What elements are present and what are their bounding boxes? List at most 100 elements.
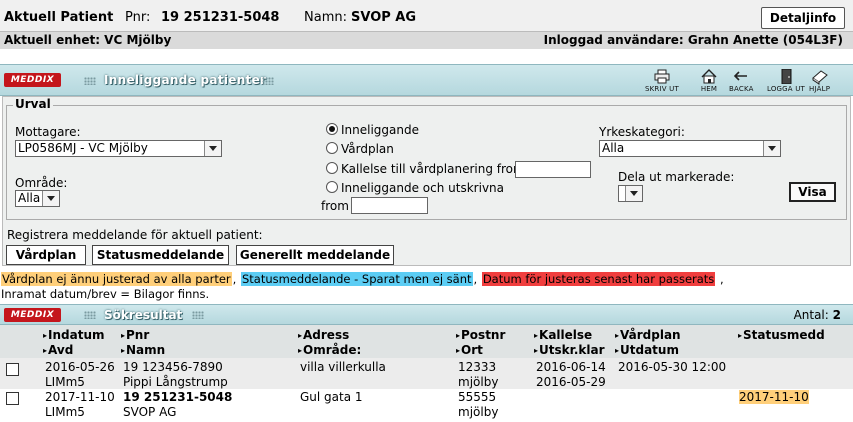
help-book-icon — [811, 70, 828, 84]
dela-select[interactable] — [618, 185, 643, 202]
legend-sep: , — [473, 272, 478, 286]
cell-postnr: 55555 — [458, 390, 497, 404]
visa-button[interactable]: Visa — [789, 182, 836, 202]
cell-postnr: 12333 — [458, 360, 497, 374]
from-label: from — [321, 199, 349, 213]
dela-label: Dela ut markerade: — [618, 170, 735, 184]
urval-legend: Urval — [13, 97, 53, 111]
name-value: SVOP AG — [351, 10, 417, 25]
chevron-down-icon — [763, 141, 780, 156]
home-button[interactable]: HEM — [700, 69, 718, 93]
yrkeskategori-label: Yrkeskategori: — [599, 125, 685, 139]
pnr-value: 19 251231-5048 — [161, 10, 280, 25]
legend-attachments: Inramat datum/brev = Bilagor finns. — [1, 287, 210, 301]
chevron-down-icon — [625, 186, 642, 201]
results-table-header: Indatum Avd Pnr Namn Adress Område: Post… — [0, 325, 853, 358]
cell-indatum: 2017-11-10 — [45, 390, 115, 404]
pnr-label: Pnr: — [125, 10, 151, 25]
yrkeskategori-select[interactable]: Alla — [599, 140, 781, 157]
chevron-down-icon — [204, 141, 221, 156]
col-ort[interactable]: Ort — [456, 343, 483, 357]
meddix-logo: MEDDIX — [4, 308, 61, 322]
vardplan-button[interactable]: Vårdplan — [6, 245, 86, 265]
cell-namn: SVOP AG — [123, 405, 177, 419]
logout-button[interactable]: LOGGA UT — [767, 69, 805, 93]
kallelse-from-input[interactable] — [515, 161, 591, 178]
filter-panel: Urval Mottagare: LP0586MJ - VC Mjölby Om… — [2, 96, 851, 266]
col-avd[interactable]: Avd — [43, 343, 73, 357]
cell-vardplan: 2016-05-30 12:00 — [618, 360, 727, 374]
col-utdatum[interactable]: Utdatum — [615, 343, 679, 357]
col-postnr[interactable]: Postnr — [456, 328, 505, 342]
mottagare-select[interactable]: LP0586MJ - VC Mjölby — [15, 140, 222, 157]
omrade-select[interactable]: Alla — [15, 190, 60, 207]
module-title: Inneliggande patienter — [104, 73, 267, 87]
radio-inneliggande-label: Inneliggande — [341, 123, 419, 137]
col-adress[interactable]: Adress — [298, 328, 349, 342]
col-kallelse[interactable]: Kallelse — [534, 328, 592, 342]
table-row[interactable]: 2016-05-26 LIMm5 19 123456-7890 Pippi Lå… — [0, 358, 853, 389]
cell-statusmedd[interactable]: 2017-11-10 — [739, 390, 809, 404]
grip-icon — [192, 311, 204, 319]
radio-vardplan[interactable] — [326, 142, 338, 154]
col-indatum[interactable]: Indatum — [43, 328, 104, 342]
back-button[interactable]: BACKA — [729, 69, 754, 93]
cell-adress: Gul gata 1 — [300, 390, 363, 404]
cell-avd: LIMm5 — [45, 375, 85, 389]
color-legend: Vårdplan ej ännu justerad av alla parter… — [1, 272, 725, 286]
radio-kallelse-label: Kallelse till vårdplanering from — [341, 162, 525, 176]
legend-blue: Statusmeddelande - Sparat men ej sänt — [240, 272, 473, 286]
meddix-logo: MEDDIX — [4, 73, 61, 87]
current-unit: Aktuell enhet: VC Mjölby — [4, 33, 172, 47]
grip-icon — [84, 77, 96, 85]
mottagare-label: Mottagare: — [15, 125, 81, 139]
radio-kallelse[interactable] — [326, 162, 338, 174]
logged-in-user: Inloggad användare: Grahn Anette (054L3F… — [543, 33, 843, 47]
row-checkbox[interactable] — [6, 363, 19, 376]
col-utskr[interactable]: Utskr.klar — [534, 343, 604, 357]
home-icon — [701, 69, 717, 84]
statusmeddelande-button[interactable]: Statusmeddelande — [92, 245, 229, 265]
patient-header: Aktuell Patient Pnr: 19 251231-5048 Namn… — [0, 0, 853, 49]
col-omrade[interactable]: Område: — [298, 343, 361, 357]
detaljinfo-button[interactable]: Detaljinfo — [761, 7, 845, 29]
legend-trail: , — [716, 272, 724, 286]
row-checkbox[interactable] — [6, 392, 19, 405]
col-vardplan[interactable]: Vårdplan — [615, 328, 681, 342]
col-namn[interactable]: Namn — [121, 343, 165, 357]
register-label: Registrera meddelande för aktuell patien… — [7, 228, 263, 242]
cell-avd: LIMm5 — [45, 405, 85, 419]
cell-pnr: 19 123456-7890 — [123, 360, 223, 374]
legend-sep: , — [232, 272, 237, 286]
chevron-down-icon — [42, 191, 59, 206]
print-button[interactable]: SKRIV UT — [645, 69, 679, 93]
radio-inneliggande[interactable] — [326, 123, 338, 135]
results-title: Sökresultat — [104, 308, 183, 322]
cell-ort: mjölby — [458, 405, 499, 419]
help-button[interactable]: HJÄLP — [809, 69, 830, 93]
omrade-value: Alla — [18, 191, 41, 205]
generellt-meddelande-button[interactable]: Generellt meddelande — [236, 245, 394, 265]
utskrivna-from-input[interactable] — [351, 197, 428, 214]
patient-label: Aktuell Patient — [4, 10, 114, 25]
cell-pnr: 19 251231-5048 — [123, 390, 233, 404]
results-bar: MEDDIX Sökresultat Antal: 2 — [0, 304, 853, 325]
home-label: HEM — [700, 85, 718, 93]
cell-namn: Pippi Långstrump — [123, 375, 228, 389]
radio-inneliggande-utskrivna[interactable] — [326, 181, 338, 193]
mottagare-value: LP0586MJ - VC Mjölby — [18, 141, 148, 155]
unit-bar: Aktuell enhet: VC Mjölby Inloggad använd… — [0, 31, 853, 49]
omrade-label: Område: — [15, 176, 68, 190]
col-statusmedd[interactable]: Statusmedd — [738, 328, 825, 342]
col-pnr[interactable]: Pnr — [121, 328, 149, 342]
cell-indatum: 2016-05-26 — [45, 360, 115, 374]
logout-door-icon — [781, 69, 792, 84]
radio-inneliggande-utskrivna-label: Inneliggande och utskrivna — [341, 181, 505, 195]
legend-red: Datum för justeras senast har passerats — [481, 272, 716, 286]
name-label: Namn: — [304, 10, 347, 25]
cell-utskr: 2016-05-29 — [536, 375, 606, 389]
result-count: Antal: 2 — [794, 308, 841, 322]
table-row[interactable]: 2017-11-10 LIMm5 19 251231-5048 SVOP AG … — [0, 389, 853, 420]
back-arrow-icon — [734, 71, 748, 81]
back-label: BACKA — [729, 85, 754, 93]
